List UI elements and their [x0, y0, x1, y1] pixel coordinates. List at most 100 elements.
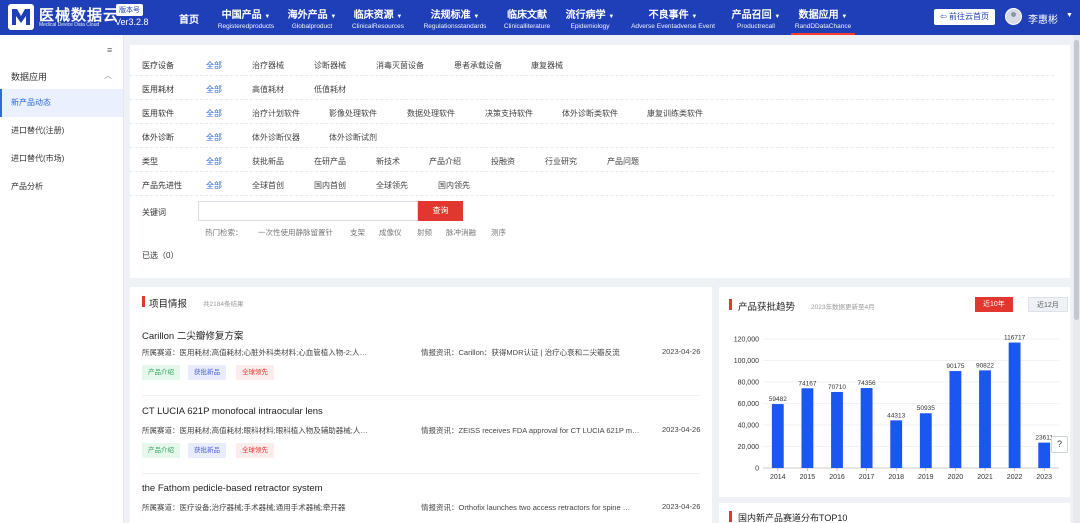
nav-epidemiology[interactable]: 流行病学 ▼ Epidemiology — [562, 0, 618, 35]
filter-option[interactable]: 投融资 — [491, 156, 515, 167]
project-item[interactable]: Carillon 二尖瓣修复方案 所属赛道：医用耗材;高值耗材;心脏外科类材料;… — [130, 328, 712, 406]
tag-global-leading: 全球领先 — [236, 443, 274, 458]
filter-option[interactable]: 获批新品 — [252, 156, 284, 167]
filter-option[interactable]: 影像处理软件 — [329, 108, 377, 119]
project-title[interactable]: CT LUCIA 621P monofocal intraocular lens — [142, 406, 323, 417]
filter-option[interactable]: 治疗器械 — [252, 60, 284, 71]
filter-option[interactable]: 行业研究 — [545, 156, 577, 167]
filter-option[interactable]: 诊断器械 — [314, 60, 346, 71]
project-news[interactable]: 情报资讯：ZEISS receives FDA approval for CT … — [421, 425, 643, 436]
filter-option[interactable]: 产品问题 — [607, 156, 639, 167]
sidebar-item-new-products[interactable]: 新产品动态 — [0, 89, 123, 117]
filter-option[interactable]: 全部 — [206, 180, 222, 191]
sidebar-group-title[interactable]: 数据应用 — [11, 70, 47, 83]
filter-label: 类型 — [142, 157, 158, 166]
scrollbar-thumb[interactable] — [1074, 40, 1079, 320]
caret-down-icon: ▼ — [396, 14, 403, 20]
caret-down-icon: ▼ — [264, 14, 271, 20]
avatar[interactable] — [1005, 8, 1022, 25]
project-news[interactable]: 情报资讯：Carillon：获得MDR认证 | 治疗心衰和二尖瓣反流 — [421, 347, 643, 358]
project-title[interactable]: the Fathom pedicle-based retractor syste… — [142, 483, 323, 494]
filter-option[interactable]: 体外诊断类软件 — [562, 108, 618, 119]
username[interactable]: 李惠彬 — [1028, 11, 1058, 26]
data-label: 44313 — [887, 412, 905, 419]
filter-option[interactable]: 低值耗材 — [314, 84, 346, 95]
filter-option[interactable]: 全部 — [206, 156, 222, 167]
filter-option[interactable]: 康复训练类软件 — [647, 108, 703, 119]
y-tick-label: 0 — [755, 466, 759, 473]
hot-search-term[interactable]: 成像仪 — [379, 227, 402, 238]
keyword-input[interactable] — [198, 201, 418, 221]
caret-down-icon[interactable]: ▼ — [1066, 12, 1073, 19]
nav-regulations[interactable]: 法规标准 ▼ Regulationsstandards — [418, 0, 492, 35]
nav-label: 临床文献 — [507, 10, 547, 21]
hot-search-term[interactable]: 测序 — [491, 227, 506, 238]
nav-label: 中国产品 — [221, 10, 262, 21]
filter-option[interactable]: 康复器械 — [531, 60, 563, 71]
hot-search-term[interactable]: 一次性使用静脉留置针 — [258, 227, 333, 238]
menu-collapse-icon[interactable]: ≡ — [107, 45, 112, 55]
help-icon[interactable]: ? — [1051, 436, 1068, 453]
filter-option[interactable]: 国内首创 — [314, 180, 346, 191]
filter-option[interactable]: 全部 — [206, 60, 222, 71]
nav-sublabel: Registeredproducts — [217, 23, 275, 30]
nav-clinical-literature[interactable]: 临床文献 Clinicalliterature — [499, 0, 555, 35]
filter-option[interactable]: 数据处理软件 — [407, 108, 455, 119]
nav-sublabel: RandDDataChance — [794, 23, 852, 30]
filter-option[interactable]: 消毒灭菌设备 — [376, 60, 424, 71]
bar — [771, 404, 784, 468]
nav-adverse-events[interactable]: 不良事件 ▼ Adverse Eventadverse Event — [624, 0, 722, 35]
chart-title: 产品获批趋势 — [738, 302, 796, 313]
sidebar-item-import-substitution-market[interactable]: 进口替代(市场) — [0, 145, 123, 173]
range-10-years-button[interactable]: 近10年 — [975, 297, 1013, 312]
filter-option[interactable]: 治疗计划软件 — [252, 108, 300, 119]
nav-sublabel: ClinicalResources — [351, 23, 405, 30]
logo-icon — [8, 4, 34, 30]
filter-option[interactable]: 全部 — [206, 84, 222, 95]
sidebar-item-product-analysis[interactable]: 产品分析 — [0, 173, 123, 201]
filter-option[interactable]: 全部 — [206, 132, 222, 143]
nav-label: 数据应用 — [798, 10, 839, 21]
brand-logo[interactable]: 医械数据云 Medical Device Data Cloud 版本号 Ver3… — [8, 3, 168, 32]
data-label: 70710 — [828, 384, 846, 391]
filter-option[interactable]: 产品介绍 — [429, 156, 461, 167]
filter-option[interactable]: 全球首创 — [252, 180, 284, 191]
hot-search-term[interactable]: 支架 — [350, 227, 365, 238]
filter-option[interactable]: 在研产品 — [314, 156, 346, 167]
chevron-up-icon[interactable]: ︿ — [104, 70, 112, 81]
hot-search-term[interactable]: 脉冲消融 — [446, 227, 476, 238]
nav-overseas-products[interactable]: 海外产品 ▼ Globalproduct — [285, 0, 339, 35]
search-button[interactable]: 查询 — [418, 201, 463, 221]
nav-home[interactable]: 首页 — [172, 0, 206, 35]
project-title[interactable]: Carillon 二尖瓣修复方案 — [142, 328, 243, 342]
x-tick-label: 2019 — [918, 474, 934, 481]
button-label: 前往云首页 — [948, 12, 989, 21]
filter-option[interactable]: 体外诊断试剂 — [329, 132, 377, 143]
filter-option[interactable]: 患者承载设备 — [454, 60, 502, 71]
filter-option[interactable]: 国内领先 — [438, 180, 470, 191]
filter-option[interactable]: 全球领先 — [376, 180, 408, 191]
filter-label: 医疗设备 — [142, 61, 174, 70]
project-item[interactable]: CT LUCIA 621P monofocal intraocular lens… — [130, 406, 712, 484]
y-tick-label: 60,000 — [738, 401, 760, 408]
filter-option[interactable]: 全部 — [206, 108, 222, 119]
filter-option[interactable]: 新技术 — [376, 156, 400, 167]
range-12-months-button[interactable]: 近12月 — [1028, 297, 1068, 312]
section-accent-bar — [142, 296, 145, 307]
brand-tagline: Medical Device Data Cloud — [39, 22, 100, 28]
nav-product-recall[interactable]: 产品召回 ▼ Productrecall — [729, 0, 783, 35]
project-item[interactable]: the Fathom pedicle-based retractor syste… — [130, 483, 712, 523]
hot-search-term[interactable]: 射频 — [417, 227, 432, 238]
nav-clinical-resources[interactable]: 临床资源 ▼ ClinicalResources — [344, 0, 412, 35]
filter-option[interactable]: 高值耗材 — [252, 84, 284, 95]
nav-china-products[interactable]: 中国产品 ▼ Registeredproducts — [212, 0, 280, 35]
nav-data-application[interactable]: 数据应用 ▼ RandDDataChance — [791, 0, 855, 35]
go-cloud-home-button[interactable]: ⇦ 前往云首页 — [934, 9, 995, 25]
top10-panel: 国内新产品赛道分布TOP10 — [719, 503, 1070, 523]
tag-global-leading: 全球领先 — [236, 365, 274, 380]
filter-label: 医用耗材 — [142, 85, 174, 94]
filter-option[interactable]: 体外诊断仪器 — [252, 132, 300, 143]
project-news[interactable]: 情报资讯：Orthofix launches two access retrac… — [421, 502, 643, 513]
filter-option[interactable]: 决策支持软件 — [485, 108, 533, 119]
sidebar-item-import-substitution-registration[interactable]: 进口替代(注册) — [0, 117, 123, 145]
